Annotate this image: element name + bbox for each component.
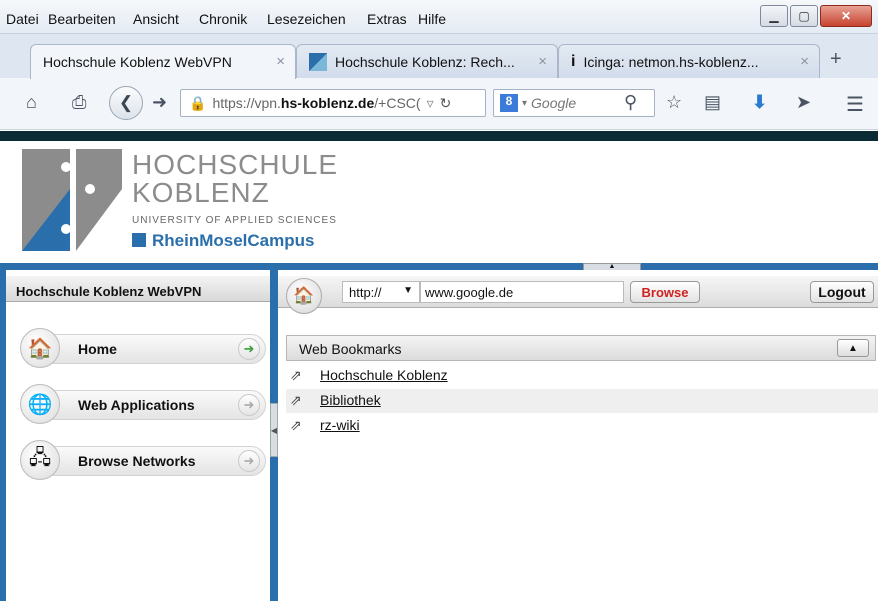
chevron-down-icon: ▼ [403,285,413,296]
forward-button[interactable]: ➜ [152,92,167,113]
logo-line4: RheinMoselCampus [152,231,315,250]
search-engine-dropdown-icon[interactable]: ▾ [522,98,527,109]
send-icon[interactable]: ➤ [796,92,811,113]
menu-lesezeichen[interactable]: Lesezeichen [267,11,346,27]
navigation-bar: ⌂ ⎙ ❮ ➜ 🔒 https://vpn. hs-koblenz.de/+CSC… [0,78,878,130]
close-window-button[interactable]: ✕ [820,5,872,27]
url-prefix: https://vpn. [212,95,281,111]
minimize-button[interactable]: ▁ [760,5,788,27]
protocol-select[interactable]: http:// ▼ [342,281,420,303]
google-search-engine-icon[interactable]: 8 [500,94,518,112]
url-domain: hs-koblenz.de [280,95,375,111]
home-icon: 🏠 [20,328,60,368]
tab-title: Hochschule Koblenz: Rech... [335,53,515,70]
main-panel: 🏠 http:// ▼ www.google.de Browse Logout … [278,270,878,601]
left-navigation-panel: Hochschule Koblenz WebVPN 🏠 Home ➜ 🌐 Web… [0,270,270,601]
menu-chronik[interactable]: Chronik [199,11,247,27]
page-top-strip [0,131,878,141]
arrow-left-icon: ❮ [118,93,134,112]
logo-line2: KOBLENZ [132,177,270,208]
address-input[interactable]: www.google.de [420,281,624,303]
external-link-icon: ⇗ [290,392,302,408]
nav-item-browse-networks[interactable]: 🖧 Browse Networks ➜ [20,440,268,480]
home-icon[interactable]: 🏠 [286,278,322,314]
network-icon: 🖧 [20,440,60,480]
maximize-button[interactable]: ▢ [790,5,818,27]
download-icon[interactable]: ⬇ [752,92,767,113]
bookmarks-header: Web Bookmarks ▲ [286,335,876,361]
menu-hilfe[interactable]: Hilfe [418,11,446,27]
logo-line3: UNIVERSITY OF APPLIED SCIENCES [132,215,337,226]
reading-list-icon[interactable]: ▤ [704,92,721,113]
tab-title: Hochschule Koblenz WebVPN [43,54,232,70]
menu-hamburger-icon[interactable]: ☰ [846,92,864,117]
tab-title: Icinga: netmon.hs-koblenz... [583,53,759,70]
nav-item-label: Web Applications [78,397,195,413]
collapse-bookmarks-button[interactable]: ▲ [837,339,869,357]
collapse-panel-handle[interactable]: ◀ [270,403,278,457]
nav-item-label: Browse Networks [78,453,196,469]
tab-rechenzentrum[interactable]: Hochschule Koblenz: Rech... × [296,44,558,78]
logo-square-icon [132,233,146,247]
close-icon[interactable]: × [276,53,285,70]
chevron-up-icon: ▲ [848,342,858,354]
url-bar[interactable]: 🔒 https://vpn. hs-koblenz.de/+CSC( ▿ ↻ [180,89,486,117]
menu-bearbeiten[interactable]: Bearbeiten [48,11,116,27]
print-icon[interactable]: ⎙ [72,92,86,113]
nav-item-web-applications[interactable]: 🌐 Web Applications ➜ [20,384,268,424]
bookmark-link[interactable]: rz-wiki [320,417,360,433]
hochschule-logo-mark [22,149,122,251]
bookmark-item: ⇗ Hochschule Koblenz [286,364,878,388]
lock-icon: 🔒 [189,94,207,111]
arrow-right-icon: ➜ [238,338,260,360]
bookmark-star-icon[interactable]: ☆ [666,92,682,113]
bookmarks-title: Web Bookmarks [299,341,402,357]
menu-bar: Datei Bearbeiten Ansicht Chronik Lesezei… [0,0,878,34]
tab-bar: Hochschule Koblenz WebVPN × Hochschule K… [0,34,878,79]
dropdown-arrow-icon[interactable]: ▿ [427,95,434,112]
arrow-right-icon: ➜ [238,450,260,472]
close-icon[interactable]: × [800,53,809,70]
nav-item-bar [40,334,266,364]
bookmark-link[interactable]: Bibliothek [320,392,381,408]
close-icon[interactable]: × [538,53,547,70]
page-header: HOCHSCHULE KOBLENZ UNIVERSITY OF APPLIED… [0,141,878,263]
page-favicon-icon [309,52,327,71]
tab-icinga[interactable]: i Icinga: netmon.hs-koblenz... × [558,44,820,78]
address-toolbar: 🏠 http:// ▼ www.google.de Browse Logout [278,276,878,314]
header-blue-bar: ▲ [0,263,878,271]
search-placeholder: Google [531,95,577,111]
panel-title: Hochschule Koblenz WebVPN [6,276,270,302]
globe-icon: 🌐 [20,384,60,424]
menu-datei[interactable]: Datei [6,11,39,27]
home-icon[interactable]: ⌂ [26,92,37,113]
reload-icon[interactable]: ↻ [440,95,452,112]
bookmark-link[interactable]: Hochschule Koblenz [320,367,448,383]
url-suffix: /+CSC( [374,95,421,111]
external-link-icon: ⇗ [290,417,302,433]
new-tab-button[interactable]: + [830,48,842,71]
protocol-value: http:// [349,285,382,300]
bookmark-item: ⇗ rz-wiki [286,414,878,438]
arrow-right-icon: ➜ [238,394,260,416]
info-icon: i [571,52,576,70]
external-link-icon: ⇗ [290,367,302,383]
bookmark-item: ⇗ Bibliothek [286,389,878,413]
menu-extras[interactable]: Extras [367,11,407,27]
browse-button[interactable]: Browse [630,281,700,303]
nav-item-home[interactable]: 🏠 Home ➜ [20,328,268,368]
logout-button[interactable]: Logout [810,281,874,303]
search-magnifier-icon[interactable]: ⚲ [624,92,637,113]
back-button[interactable]: ❮ [109,86,143,120]
tab-webvpn[interactable]: Hochschule Koblenz WebVPN × [30,44,296,79]
nav-item-label: Home [78,341,117,357]
menu-ansicht[interactable]: Ansicht [133,11,179,27]
